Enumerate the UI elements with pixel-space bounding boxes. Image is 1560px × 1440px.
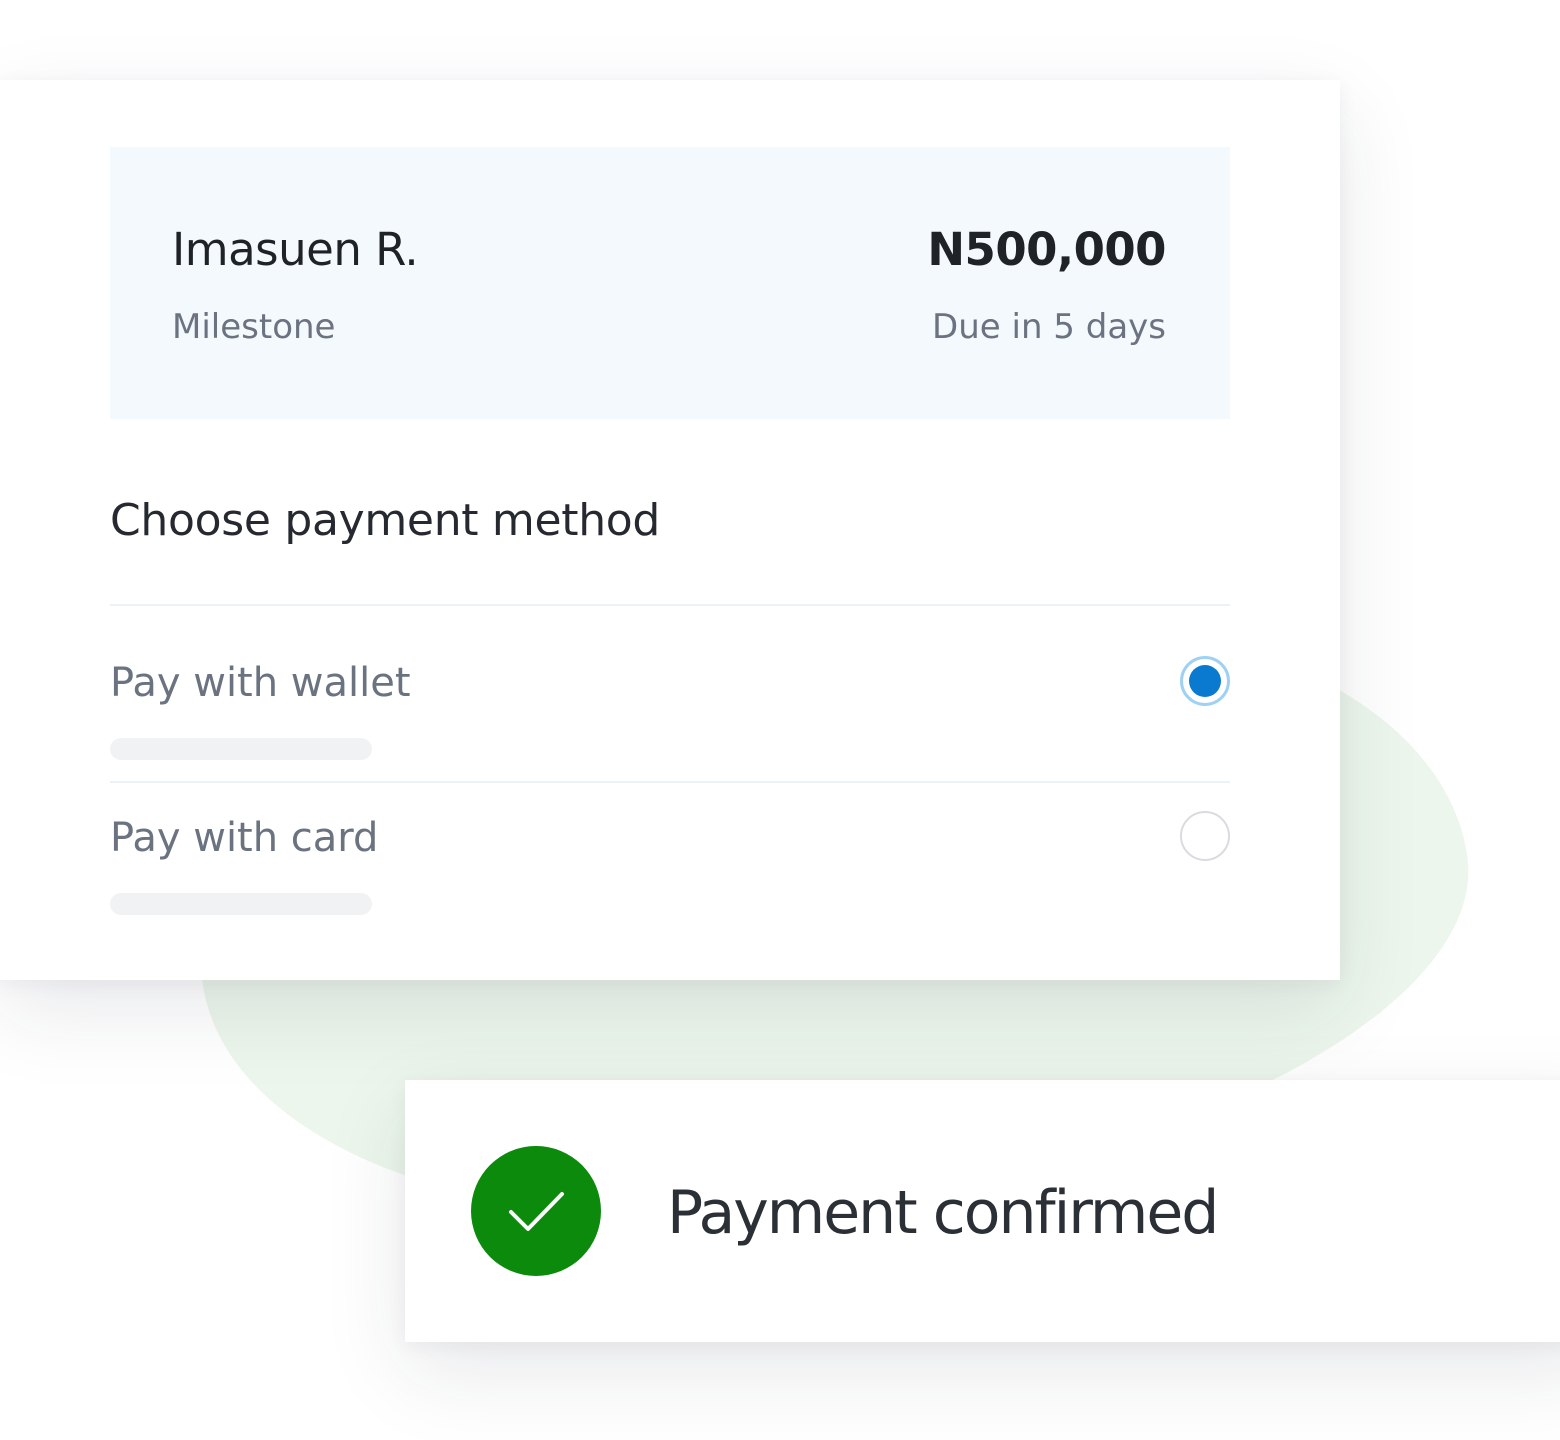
payment-confirmed-card: Payment confirmed — [405, 1080, 1560, 1342]
wallet-radio-button[interactable] — [1180, 656, 1230, 706]
payment-confirmed-text: Payment confirmed — [667, 1178, 1219, 1248]
payment-type-label: Milestone — [172, 307, 336, 347]
check-circle-icon — [471, 1146, 601, 1276]
payment-option-card[interactable]: Pay with card — [110, 811, 1230, 965]
payment-summary-panel: Imasuen R. Milestone N500,000 Due in 5 d… — [110, 147, 1230, 419]
payee-name: Imasuen R. — [172, 223, 419, 276]
card-radio-button[interactable] — [1180, 811, 1230, 861]
payment-amount: N500,000 — [927, 223, 1166, 276]
divider — [110, 604, 1230, 606]
due-date-label: Due in 5 days — [932, 307, 1166, 347]
placeholder-bar — [110, 893, 372, 915]
illustration-stage: Imasuen R. Milestone N500,000 Due in 5 d… — [0, 0, 1560, 1440]
placeholder-bar — [110, 738, 372, 760]
payment-option-label: Pay with card — [110, 815, 379, 861]
check-icon — [509, 1192, 564, 1231]
payment-option-wallet[interactable]: Pay with wallet — [110, 656, 1230, 810]
payment-method-title: Choose payment method — [110, 495, 661, 546]
divider — [110, 781, 1230, 783]
payment-option-label: Pay with wallet — [110, 660, 411, 706]
payment-card: Imasuen R. Milestone N500,000 Due in 5 d… — [0, 80, 1340, 980]
